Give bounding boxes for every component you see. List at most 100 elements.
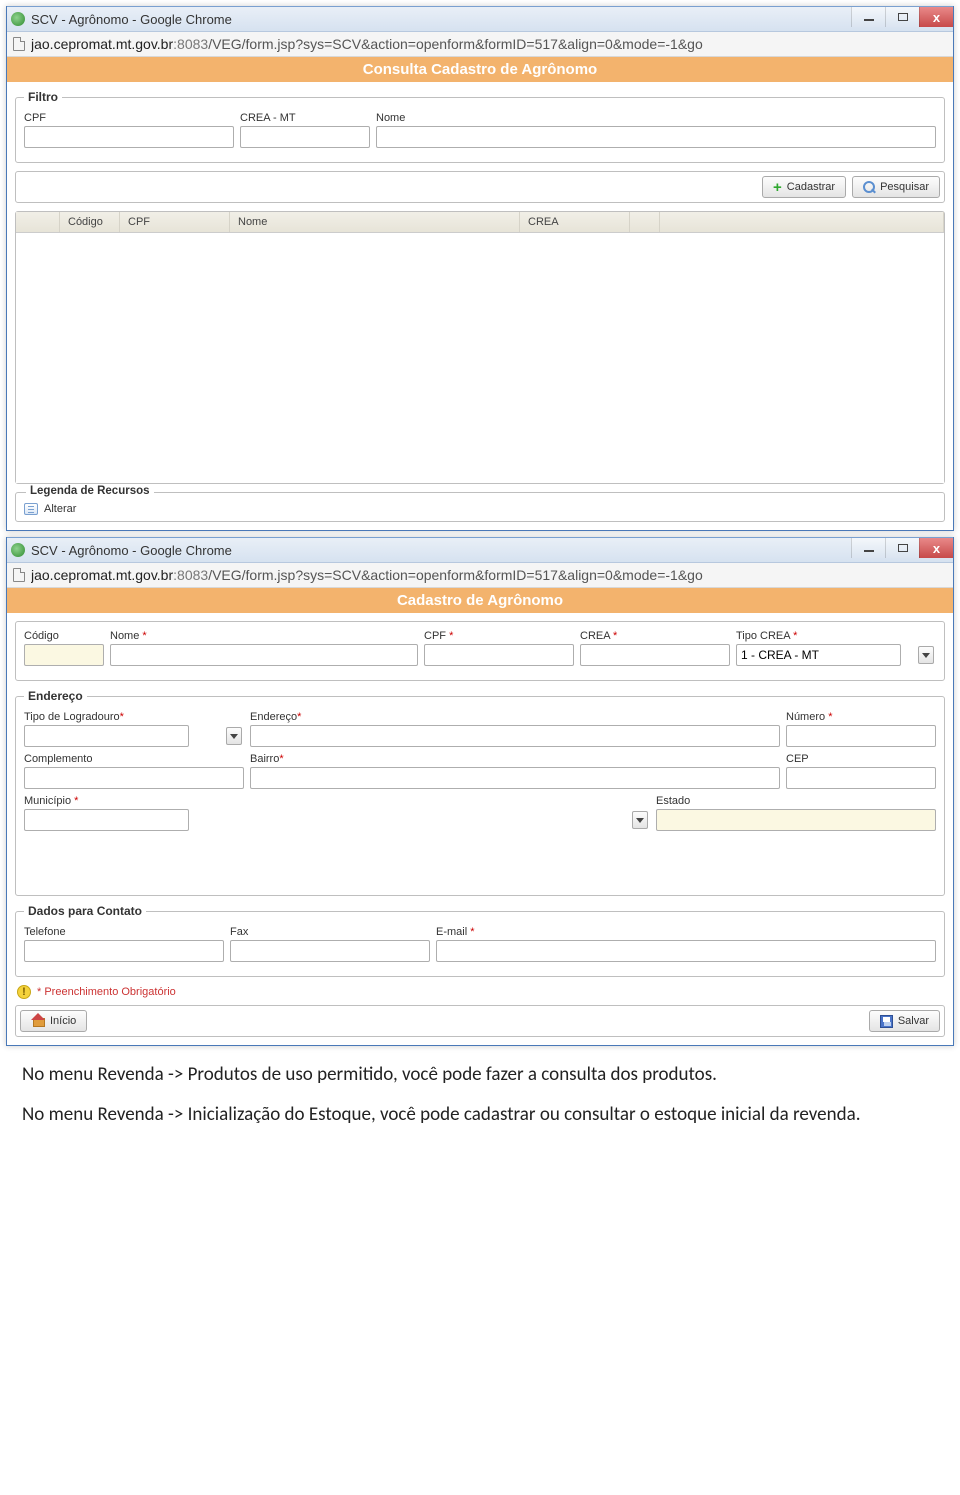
page-content: Consulta Cadastro de Agrônomo Filtro CPF… [7, 57, 953, 530]
chevron-down-icon [226, 727, 242, 745]
endereco-input[interactable] [250, 725, 780, 747]
chevron-down-icon [632, 811, 648, 829]
window-title: SCV - Agrônomo - Google Chrome [31, 12, 232, 27]
document-icon [13, 37, 25, 51]
maximize-button[interactable] [885, 7, 919, 27]
edit-icon [24, 503, 38, 515]
window-controls: x [851, 7, 953, 27]
grid-col-blank[interactable] [16, 212, 60, 232]
page-content: Cadastro de Agrônomo Código Nome * CPF *… [7, 588, 953, 1045]
estado-label: Estado [656, 795, 936, 807]
nome-input[interactable] [110, 644, 418, 666]
numero-label: Número * [786, 711, 936, 723]
grid-col-nome[interactable]: Nome [230, 212, 520, 232]
email-input[interactable] [436, 940, 936, 962]
cpf-label: CPF * [424, 630, 574, 642]
url-text: jao.cepromat.mt.gov.br:8083/VEG/form.jsp… [31, 567, 703, 583]
window-cadastro: SCV - Agrônomo - Google Chrome x jao.cep… [6, 537, 954, 1046]
tipo-crea-label: Tipo CREA * [736, 630, 936, 642]
endereco-fieldset: Endereço Tipo de Logradouro* Endereço* N… [15, 689, 945, 896]
contato-fieldset: Dados para Contato Telefone Fax E-mail * [15, 904, 945, 977]
bairro-label: Bairro* [250, 753, 780, 765]
url-text: jao.cepromat.mt.gov.br:8083/VEG/form.jsp… [31, 36, 703, 52]
fax-input[interactable] [230, 940, 430, 962]
grid-col-extra2[interactable] [660, 212, 944, 232]
grid-col-extra1[interactable] [630, 212, 660, 232]
url-bar[interactable]: jao.cepromat.mt.gov.br:8083/VEG/form.jsp… [7, 563, 953, 588]
required-note-text: * Preenchimento Obrigatório [37, 986, 176, 998]
search-icon [863, 181, 875, 193]
cep-input[interactable] [786, 767, 936, 789]
window-title: SCV - Agrônomo - Google Chrome [31, 543, 232, 558]
cpf-label: CPF [24, 112, 234, 124]
window-controls: x [851, 538, 953, 558]
main-fieldset: Código Nome * CPF * CREA * Tipo CREA * [15, 621, 945, 681]
close-button[interactable]: x [919, 538, 953, 558]
complemento-input[interactable] [24, 767, 244, 789]
url-bar[interactable]: jao.cepromat.mt.gov.br:8083/VEG/form.jsp… [7, 32, 953, 57]
tipo-log-label: Tipo de Logradouro* [24, 711, 244, 723]
grid-col-crea[interactable]: CREA [520, 212, 630, 232]
button-bar: + Cadastrar Pesquisar [15, 171, 945, 203]
nome-label: Nome [376, 112, 936, 124]
close-button[interactable]: x [919, 7, 953, 27]
cadastrar-button[interactable]: + Cadastrar [762, 176, 846, 198]
maximize-button[interactable] [885, 538, 919, 558]
tipo-log-select[interactable] [24, 725, 189, 747]
crea-label: CREA * [580, 630, 730, 642]
window-consulta: SCV - Agrônomo - Google Chrome x jao.cep… [6, 6, 954, 531]
favicon-icon [11, 12, 25, 26]
crea-label: CREA - MT [240, 112, 370, 124]
filtro-fieldset: Filtro CPF CREA - MT Nome [15, 90, 945, 163]
numero-input[interactable] [786, 725, 936, 747]
titlebar[interactable]: SCV - Agrônomo - Google Chrome x [7, 6, 953, 32]
nome-input[interactable] [376, 126, 936, 148]
url-host: jao.cepromat.mt.gov.br [31, 567, 173, 583]
legenda-item-alterar: Alterar [24, 503, 936, 515]
cpf-input[interactable] [24, 126, 234, 148]
paragraph-2: No menu Revenda -> Inicialização do Esto… [22, 1102, 938, 1128]
url-path: /VEG/form.jsp?sys=SCV&action=openform&fo… [208, 567, 703, 583]
telefone-input[interactable] [24, 940, 224, 962]
bairro-input[interactable] [250, 767, 780, 789]
codigo-input[interactable] [24, 644, 104, 666]
required-note: ! * Preenchimento Obrigatório [17, 985, 943, 999]
save-icon [880, 1015, 893, 1028]
cadastrar-label: Cadastrar [787, 181, 835, 193]
titlebar[interactable]: SCV - Agrônomo - Google Chrome x [7, 537, 953, 563]
minimize-button[interactable] [851, 7, 885, 27]
crea-input[interactable] [240, 126, 370, 148]
grid-header: Código CPF Nome CREA [16, 212, 944, 233]
footer-bar: Início Salvar [15, 1005, 945, 1037]
crea-input[interactable] [580, 644, 730, 666]
cpf-input[interactable] [424, 644, 574, 666]
warning-icon: ! [17, 985, 31, 999]
municipio-select[interactable] [24, 809, 189, 831]
document-icon [13, 568, 25, 582]
complemento-label: Complemento [24, 753, 244, 765]
pesquisar-label: Pesquisar [880, 181, 929, 193]
home-icon [31, 1015, 45, 1027]
grid-body[interactable] [16, 233, 944, 483]
inicio-label: Início [50, 1015, 76, 1027]
municipio-label: Município * [24, 795, 650, 807]
tipo-crea-select[interactable] [736, 644, 901, 666]
minimize-button[interactable] [851, 538, 885, 558]
grid-col-cpf[interactable]: CPF [120, 212, 230, 232]
grid-col-codigo[interactable]: Código [60, 212, 120, 232]
estado-input[interactable] [656, 809, 936, 831]
chevron-down-icon [918, 646, 934, 664]
email-label: E-mail * [436, 926, 936, 938]
favicon-icon [11, 543, 25, 557]
inicio-button[interactable]: Início [20, 1010, 87, 1032]
pesquisar-button[interactable]: Pesquisar [852, 176, 940, 198]
legenda-box: Legenda de Recursos Alterar [15, 492, 945, 522]
endereco-label: Endereço* [250, 711, 780, 723]
telefone-label: Telefone [24, 926, 224, 938]
legenda-title: Legenda de Recursos [26, 485, 154, 497]
url-host: jao.cepromat.mt.gov.br [31, 36, 173, 52]
fax-label: Fax [230, 926, 430, 938]
paragraph-1: No menu Revenda -> Produtos de uso permi… [22, 1062, 938, 1088]
salvar-button[interactable]: Salvar [869, 1010, 940, 1032]
page-title: Cadastro de Agrônomo [7, 588, 953, 613]
